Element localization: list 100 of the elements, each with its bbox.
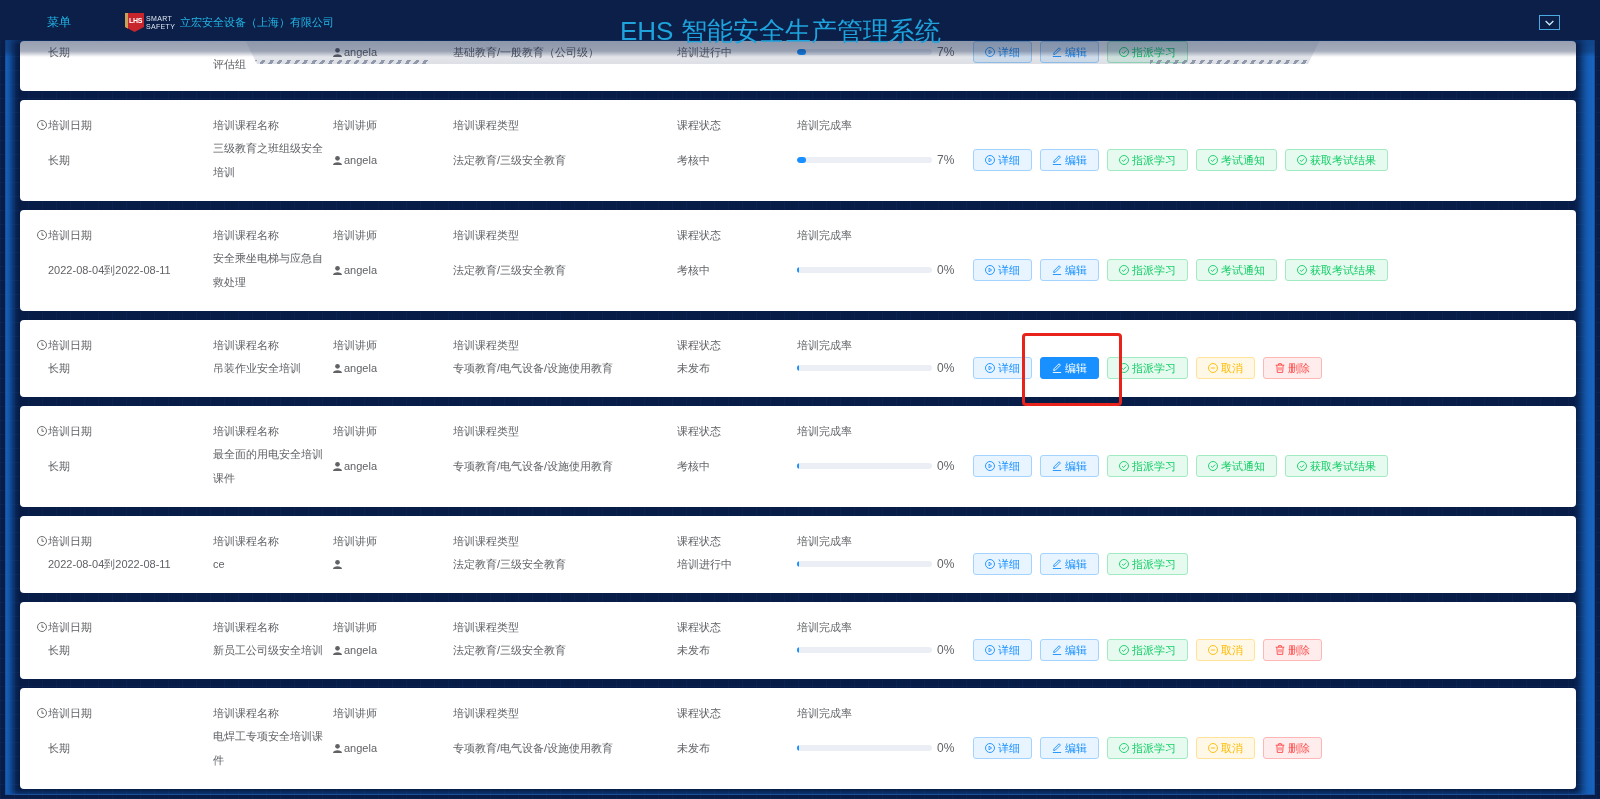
check-circle-icon: [1208, 461, 1218, 471]
progress-percent: 0%: [937, 361, 955, 375]
exam-notice-button[interactable]: 考试通知: [1196, 149, 1277, 171]
delete-button[interactable]: 删除: [1263, 639, 1322, 661]
details-button[interactable]: 详细: [973, 455, 1032, 477]
field-label: 培训日期: [48, 620, 92, 635]
pencil-icon: [1052, 155, 1062, 165]
field-label: 培训课程名称: [213, 338, 280, 353]
assign-study-button[interactable]: 指派学习: [1107, 357, 1188, 379]
assign-study-button[interactable]: 指派学习: [1107, 455, 1188, 477]
user-icon: [333, 743, 342, 753]
course-type: 专项教育/电气设备/设施使用教育: [453, 741, 615, 756]
delete-button[interactable]: 删除: [1263, 357, 1322, 379]
details-button[interactable]: 详细: [973, 737, 1032, 759]
progress-percent: 0%: [937, 643, 955, 657]
field-label: 培训讲师: [333, 228, 378, 243]
field-label: 培训日期: [48, 228, 92, 243]
play-circle-icon: [985, 265, 995, 275]
course-status: 考核中: [677, 459, 711, 474]
play-circle-icon: [985, 363, 995, 373]
assign-study-button[interactable]: 指派学习: [1107, 737, 1188, 759]
details-button[interactable]: 详细: [973, 357, 1032, 379]
delete-button[interactable]: 删除: [1263, 737, 1322, 759]
field-label: 培训课程类型: [453, 228, 520, 243]
exam-results-button[interactable]: 获取考试结果: [1285, 455, 1388, 477]
course-type: 法定教育/三级安全教育: [453, 643, 568, 658]
dropdown-button[interactable]: [1539, 15, 1560, 30]
pencil-icon: [1052, 265, 1062, 275]
training-date: 长期: [47, 459, 71, 474]
check-circle-icon: [1297, 265, 1307, 275]
field-label: 培训讲师: [333, 118, 378, 133]
details-button[interactable]: 详细: [973, 259, 1032, 281]
details-button[interactable]: 详细: [973, 149, 1032, 171]
progress-percent: 0%: [937, 557, 955, 571]
field-label: 培训课程名称: [213, 620, 280, 635]
user-icon: [333, 363, 342, 373]
play-circle-icon: [985, 743, 995, 753]
field-label: 培训课程类型: [453, 338, 520, 353]
field-label: 课程状态: [677, 706, 722, 721]
edit-button[interactable]: 编辑: [1040, 455, 1099, 477]
training-date: 2022-08-04到2022-08-11: [47, 263, 172, 278]
edit-button[interactable]: 编辑: [1040, 357, 1099, 379]
course-name: 吊装作业安全培训: [213, 361, 302, 376]
check-circle-icon: [1119, 645, 1129, 655]
edit-button[interactable]: 编辑: [1040, 639, 1099, 661]
trash-icon: [1275, 363, 1285, 373]
exam-notice-button[interactable]: 考试通知: [1196, 455, 1277, 477]
field-label: 培训课程类型: [453, 534, 520, 549]
field-label: 培训完成率: [797, 338, 853, 353]
details-button[interactable]: 详细: [973, 553, 1032, 575]
field-label: 课程状态: [677, 118, 722, 133]
cancel-button[interactable]: 取消: [1196, 357, 1255, 379]
assign-study-button[interactable]: 指派学习: [1107, 639, 1188, 661]
system-title: EHS 智能安全生产管理系统: [620, 17, 941, 45]
check-circle-icon: [1119, 363, 1129, 373]
assign-study-button[interactable]: 指派学习: [1107, 553, 1188, 575]
check-circle-icon: [1297, 461, 1307, 471]
details-button[interactable]: 详细: [973, 41, 1032, 63]
field-label: 培训课程类型: [453, 424, 520, 439]
course-name: 评估组: [213, 57, 247, 72]
field-label: 培训完成率: [797, 228, 853, 243]
cancel-button[interactable]: 取消: [1196, 639, 1255, 661]
minus-circle-icon: [1208, 645, 1218, 655]
pencil-icon: [1052, 461, 1062, 471]
assign-study-button[interactable]: 指派学习: [1107, 259, 1188, 281]
clock-icon: [37, 120, 47, 130]
course-name: ce: [213, 557, 226, 572]
pencil-icon: [1052, 743, 1062, 753]
assign-study-button[interactable]: 指派学习: [1107, 149, 1188, 171]
edit-button[interactable]: 编辑: [1040, 737, 1099, 759]
user-icon: [333, 265, 342, 275]
exam-notice-button[interactable]: 考试通知: [1196, 259, 1277, 281]
edit-button[interactable]: 编辑: [1040, 553, 1099, 575]
play-circle-icon: [985, 155, 995, 165]
field-label: 课程状态: [677, 338, 722, 353]
check-circle-icon: [1119, 461, 1129, 471]
pencil-icon: [1052, 559, 1062, 569]
course-type: 专项教育/电气设备/设施使用教育: [453, 459, 615, 474]
teacher-name: angela: [344, 459, 378, 474]
teacher-name: angela: [344, 263, 378, 278]
exam-results-button[interactable]: 获取考试结果: [1285, 259, 1388, 281]
play-circle-icon: [985, 559, 995, 569]
field-label: 培训课程名称: [213, 534, 280, 549]
progress-percent: 7%: [937, 153, 955, 167]
details-button[interactable]: 详细: [973, 639, 1032, 661]
edit-button[interactable]: 编辑: [1040, 259, 1099, 281]
edit-button[interactable]: 编辑: [1040, 149, 1099, 171]
clock-icon: [37, 708, 47, 718]
menu-button[interactable]: 菜单: [47, 14, 71, 31]
teacher-name: angela: [344, 361, 378, 376]
training-date: 长期: [47, 361, 71, 376]
teacher-name: angela: [344, 153, 378, 168]
clock-icon: [37, 536, 47, 546]
cancel-button[interactable]: 取消: [1196, 737, 1255, 759]
course-type: 法定教育/三级安全教育: [453, 557, 568, 572]
field-label: 培训日期: [48, 424, 92, 439]
exam-results-button[interactable]: 获取考试结果: [1285, 149, 1388, 171]
edit-button[interactable]: 编辑: [1040, 41, 1099, 63]
assign-study-button[interactable]: 指派学习: [1107, 41, 1188, 63]
training-date: 长期: [47, 643, 71, 658]
